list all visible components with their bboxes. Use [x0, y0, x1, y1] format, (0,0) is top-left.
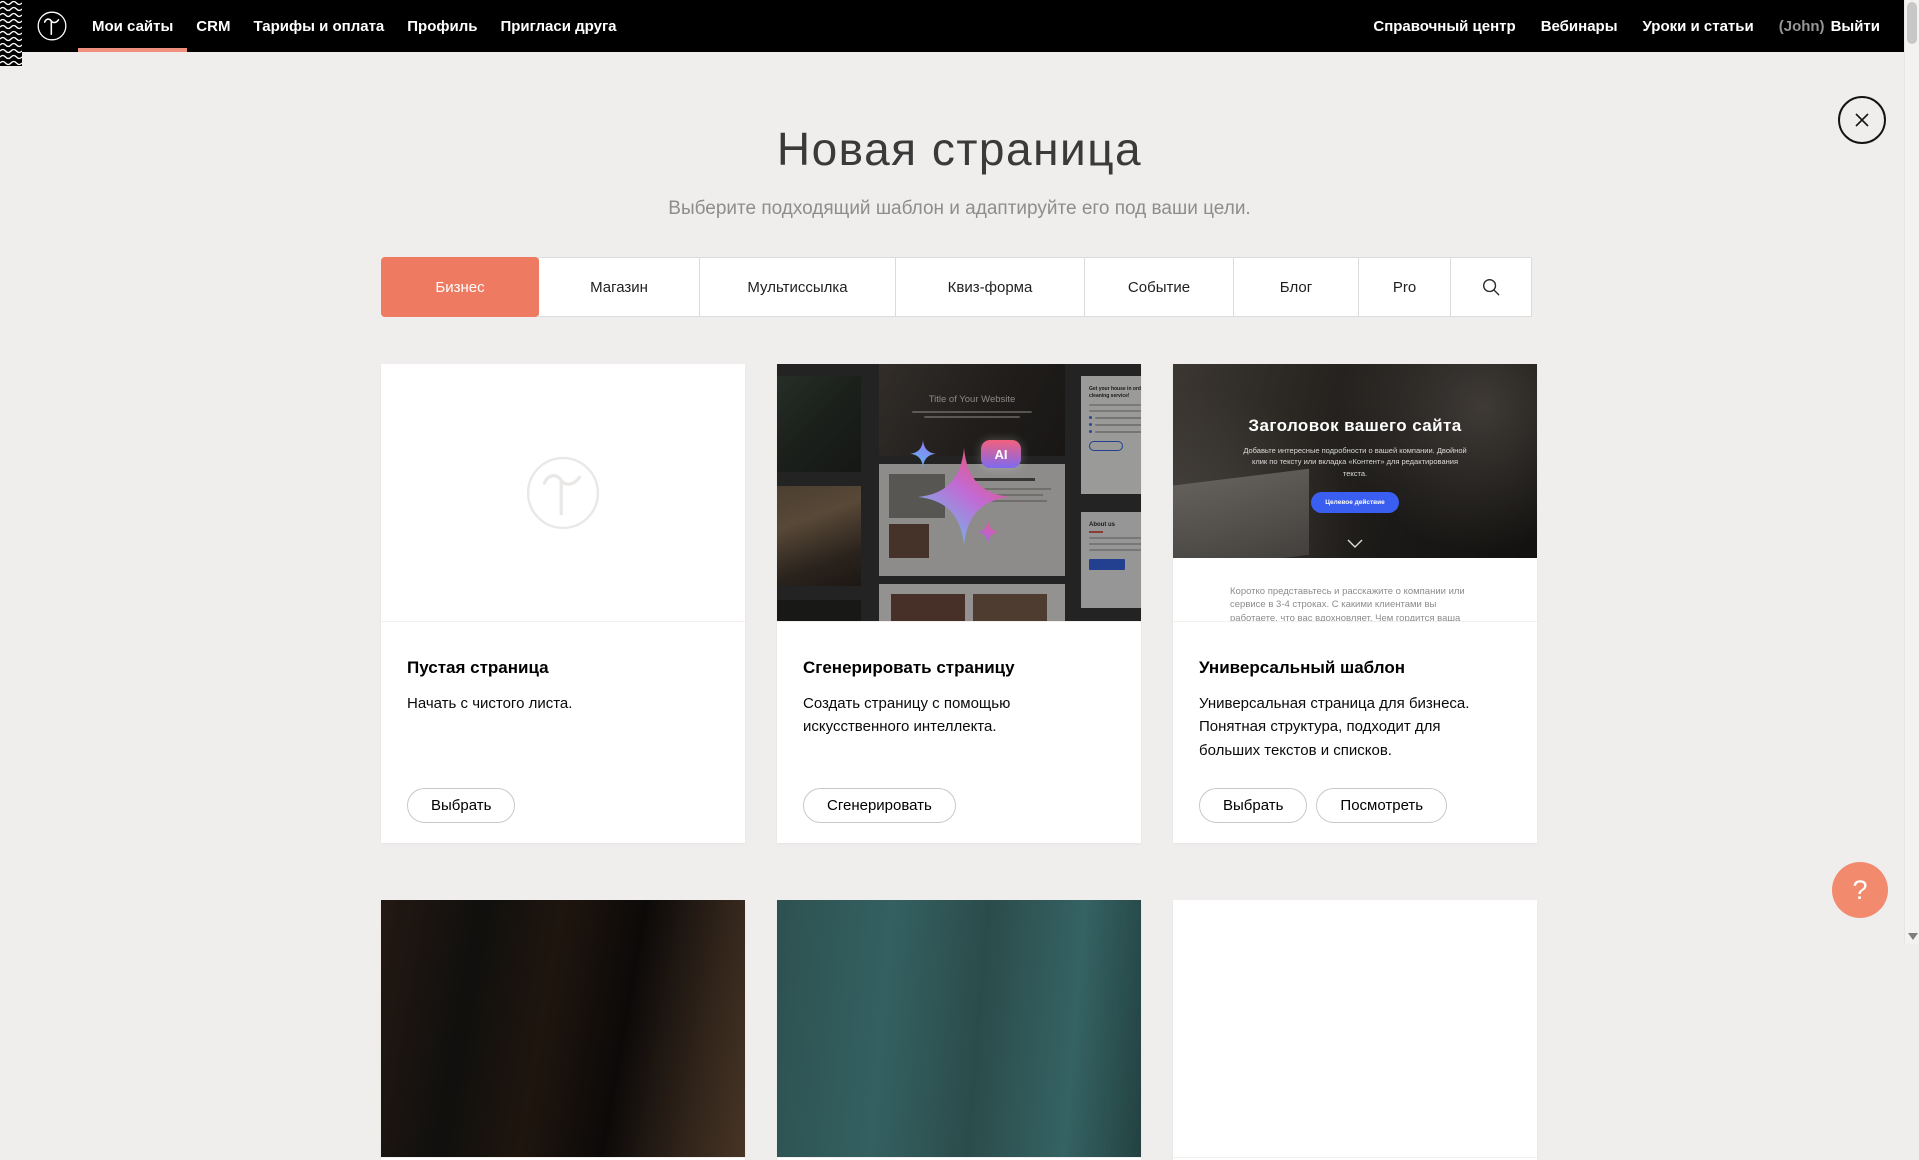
card-description: Создать страницу с помощью искусственног… — [803, 692, 1108, 739]
tilda-logo-icon — [33, 7, 71, 45]
page-title: Новая страница — [381, 122, 1538, 176]
template-body-section: Коротко представьтесь и расскажите о ком… — [1173, 558, 1537, 622]
close-button[interactable] — [1838, 96, 1886, 144]
template-body-text: Коротко представьтесь и расскажите о ком… — [1230, 585, 1480, 622]
view-button[interactable]: Посмотреть — [1316, 788, 1447, 823]
page-subtitle: Выберите подходящий шаблон и адаптируйте… — [381, 198, 1538, 220]
nav-item-help-center[interactable]: Справочный центр — [1373, 0, 1515, 52]
tab-store[interactable]: Магазин — [538, 257, 700, 317]
search-icon — [1481, 277, 1502, 298]
choose-button[interactable]: Выбрать — [1199, 788, 1307, 823]
ai-generate-preview[interactable]: Title of Your Website Get — [777, 364, 1141, 622]
universal-template-preview[interactable]: Заголовок вашего сайта Добавьте интересн… — [1173, 364, 1537, 622]
template-hero-subtitle: Добавьте интересные подробности о вашей … — [1240, 445, 1470, 479]
blank-page-preview[interactable] — [381, 364, 745, 622]
template-hero: Заголовок вашего сайта Добавьте интересн… — [1173, 364, 1537, 558]
template-cards-grid: Пустая страница Начать с чистого листа. … — [381, 364, 1538, 1160]
template-preview[interactable] — [381, 900, 745, 1158]
generate-button[interactable]: Сгенерировать — [803, 788, 956, 823]
tab-multilink[interactable]: Мультиссылка — [699, 257, 896, 317]
new-page-dialog: Новая страница Выберите подходящий шабло… — [381, 0, 1538, 1160]
card-ai-generate: Title of Your Website Get — [777, 364, 1141, 843]
chevron-down-icon — [1347, 539, 1363, 548]
nav-logout-label: Выйти — [1831, 18, 1880, 35]
card-next-row — [777, 900, 1141, 1160]
nav-item-logout[interactable]: (John) Выйти — [1779, 0, 1880, 52]
tilda-logo[interactable] — [33, 7, 71, 45]
nav-right: Справочный центр Вебинары Уроки и статьи… — [1348, 0, 1880, 52]
tab-event[interactable]: Событие — [1084, 257, 1234, 317]
ai-badge: AI — [981, 440, 1021, 468]
card-blank-page: Пустая страница Начать с чистого листа. … — [381, 364, 745, 843]
scrollbar-down-arrow[interactable] — [1908, 933, 1918, 940]
scrollbar-thumb[interactable] — [1907, 2, 1917, 44]
card-description: Начать с чистого листа. — [407, 692, 712, 715]
nav-item-webinars[interactable]: Вебинары — [1541, 0, 1618, 52]
card-next-row — [381, 900, 745, 1160]
choose-button[interactable]: Выбрать — [407, 788, 515, 823]
template-category-tabs: Бизнес Магазин Мультиссылка Квиз-форма С… — [381, 257, 1538, 317]
card-next-row — [1173, 900, 1537, 1160]
card-title: Пустая страница — [407, 658, 719, 678]
nav-item-lessons[interactable]: Уроки и статьи — [1643, 0, 1754, 52]
card-title: Универсальный шаблон — [1199, 658, 1511, 678]
nav-left: Мои сайты CRM Тарифы и оплата Профиль Пр… — [92, 0, 640, 52]
top-navbar: Мои сайты CRM Тарифы и оплата Профиль Пр… — [0, 0, 1904, 52]
page-scrollbar[interactable] — [1904, 0, 1919, 944]
nav-item-profile[interactable]: Профиль — [407, 0, 477, 52]
card-universal-template: Заголовок вашего сайта Добавьте интересн… — [1173, 364, 1537, 843]
close-icon — [1852, 110, 1872, 130]
nav-item-tariffs[interactable]: Тарифы и оплата — [253, 0, 384, 52]
template-hero-title: Заголовок вашего сайта — [1173, 416, 1537, 436]
template-preview[interactable] — [1173, 900, 1537, 1158]
zigzag-decoration — [0, 0, 22, 66]
card-title: Сгенерировать страницу — [803, 658, 1115, 678]
help-button[interactable]: ? — [1832, 862, 1888, 918]
nav-item-invite-friend[interactable]: Пригласи друга — [500, 0, 616, 52]
card-description: Универсальная страница для бизнеса. Поня… — [1199, 692, 1504, 762]
tab-search[interactable] — [1450, 257, 1532, 317]
nav-item-crm[interactable]: CRM — [196, 0, 230, 52]
ai-sparkles-icon — [777, 364, 1141, 622]
nav-item-my-sites[interactable]: Мои сайты — [92, 0, 173, 52]
nav-username: (John) — [1779, 18, 1825, 35]
tab-blog[interactable]: Блог — [1233, 257, 1359, 317]
tab-business[interactable]: Бизнес — [381, 257, 539, 317]
tab-quiz-form[interactable]: Квиз-форма — [895, 257, 1085, 317]
tilda-watermark-icon — [515, 445, 611, 541]
template-preview[interactable] — [777, 900, 1141, 1158]
tab-pro[interactable]: Pro — [1358, 257, 1451, 317]
template-cta-button: Целевое действие — [1311, 492, 1399, 513]
